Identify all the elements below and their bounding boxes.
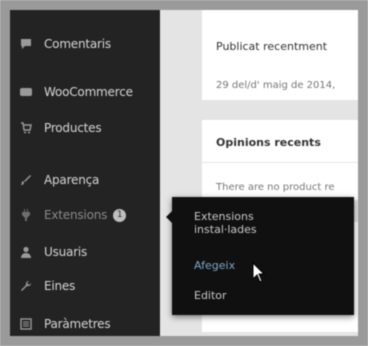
- admin-sidebar: Comentaris WooCommerce Productes Aparenç…: [10, 10, 160, 336]
- reviews-divider: [202, 162, 368, 163]
- sidebar-item-label: Productes: [44, 121, 102, 135]
- sidebar-item-woocommerce[interactable]: WooCommerce: [10, 80, 160, 104]
- wrench-icon: [21, 280, 32, 291]
- submenu-item-editor[interactable]: Editor: [194, 289, 227, 302]
- sidebar-item-label: Usuaris: [44, 245, 88, 259]
- sidebar-item-label: WooCommerce: [44, 85, 133, 99]
- activity-date: 29 del/d' maig de 2014,: [216, 80, 336, 91]
- reviews-title: Opinions recents: [216, 136, 321, 149]
- woocommerce-icon: [20, 88, 32, 96]
- paintbrush-icon: [21, 175, 31, 185]
- sidebar-item-label: Aparença: [44, 173, 100, 187]
- sidebar-item-label: Comentaris: [44, 37, 111, 51]
- users-icon: [21, 246, 31, 258]
- plugin-icon: [22, 209, 30, 221]
- mouse-cursor-icon: [252, 262, 266, 283]
- sidebar-item-comments[interactable]: Comentaris: [10, 32, 160, 56]
- sidebar-item-tools[interactable]: Eines: [10, 274, 160, 298]
- sidebar-item-appearance[interactable]: Aparença: [10, 168, 160, 192]
- sidebar-item-label: Paràmetres: [44, 317, 111, 331]
- update-count-badge: 1: [113, 209, 127, 222]
- plugins-submenu: Extensions instal·lades Afegeix Editor: [166, 197, 354, 315]
- submenu-item-installed-plugins[interactable]: Extensions instal·lades: [194, 210, 264, 236]
- activity-title: Publicat recentment: [216, 40, 328, 53]
- sidebar-item-products[interactable]: Productes: [10, 116, 160, 140]
- reviews-empty-text: There are no product re: [216, 182, 335, 193]
- sidebar-item-label: Eines: [44, 279, 76, 293]
- submenu-item-add-new[interactable]: Afegeix: [194, 259, 235, 272]
- sidebar-item-plugins[interactable]: Extensions 1: [10, 203, 160, 227]
- comment-icon: [21, 39, 31, 49]
- sidebar-item-users[interactable]: Usuaris: [10, 240, 160, 264]
- activity-card: Publicat recentment 29 del/d' maig de 20…: [202, 10, 368, 100]
- sidebar-item-settings[interactable]: Paràmetres: [10, 312, 160, 336]
- submenu-arrow: [166, 211, 172, 223]
- settings-icon: [20, 318, 32, 330]
- plugins-label-text: Extensions: [44, 208, 108, 222]
- sidebar-item-label: Extensions 1: [44, 208, 127, 222]
- reviews-card: Opinions recents There are no product re: [202, 120, 368, 200]
- cart-icon: [21, 122, 32, 134]
